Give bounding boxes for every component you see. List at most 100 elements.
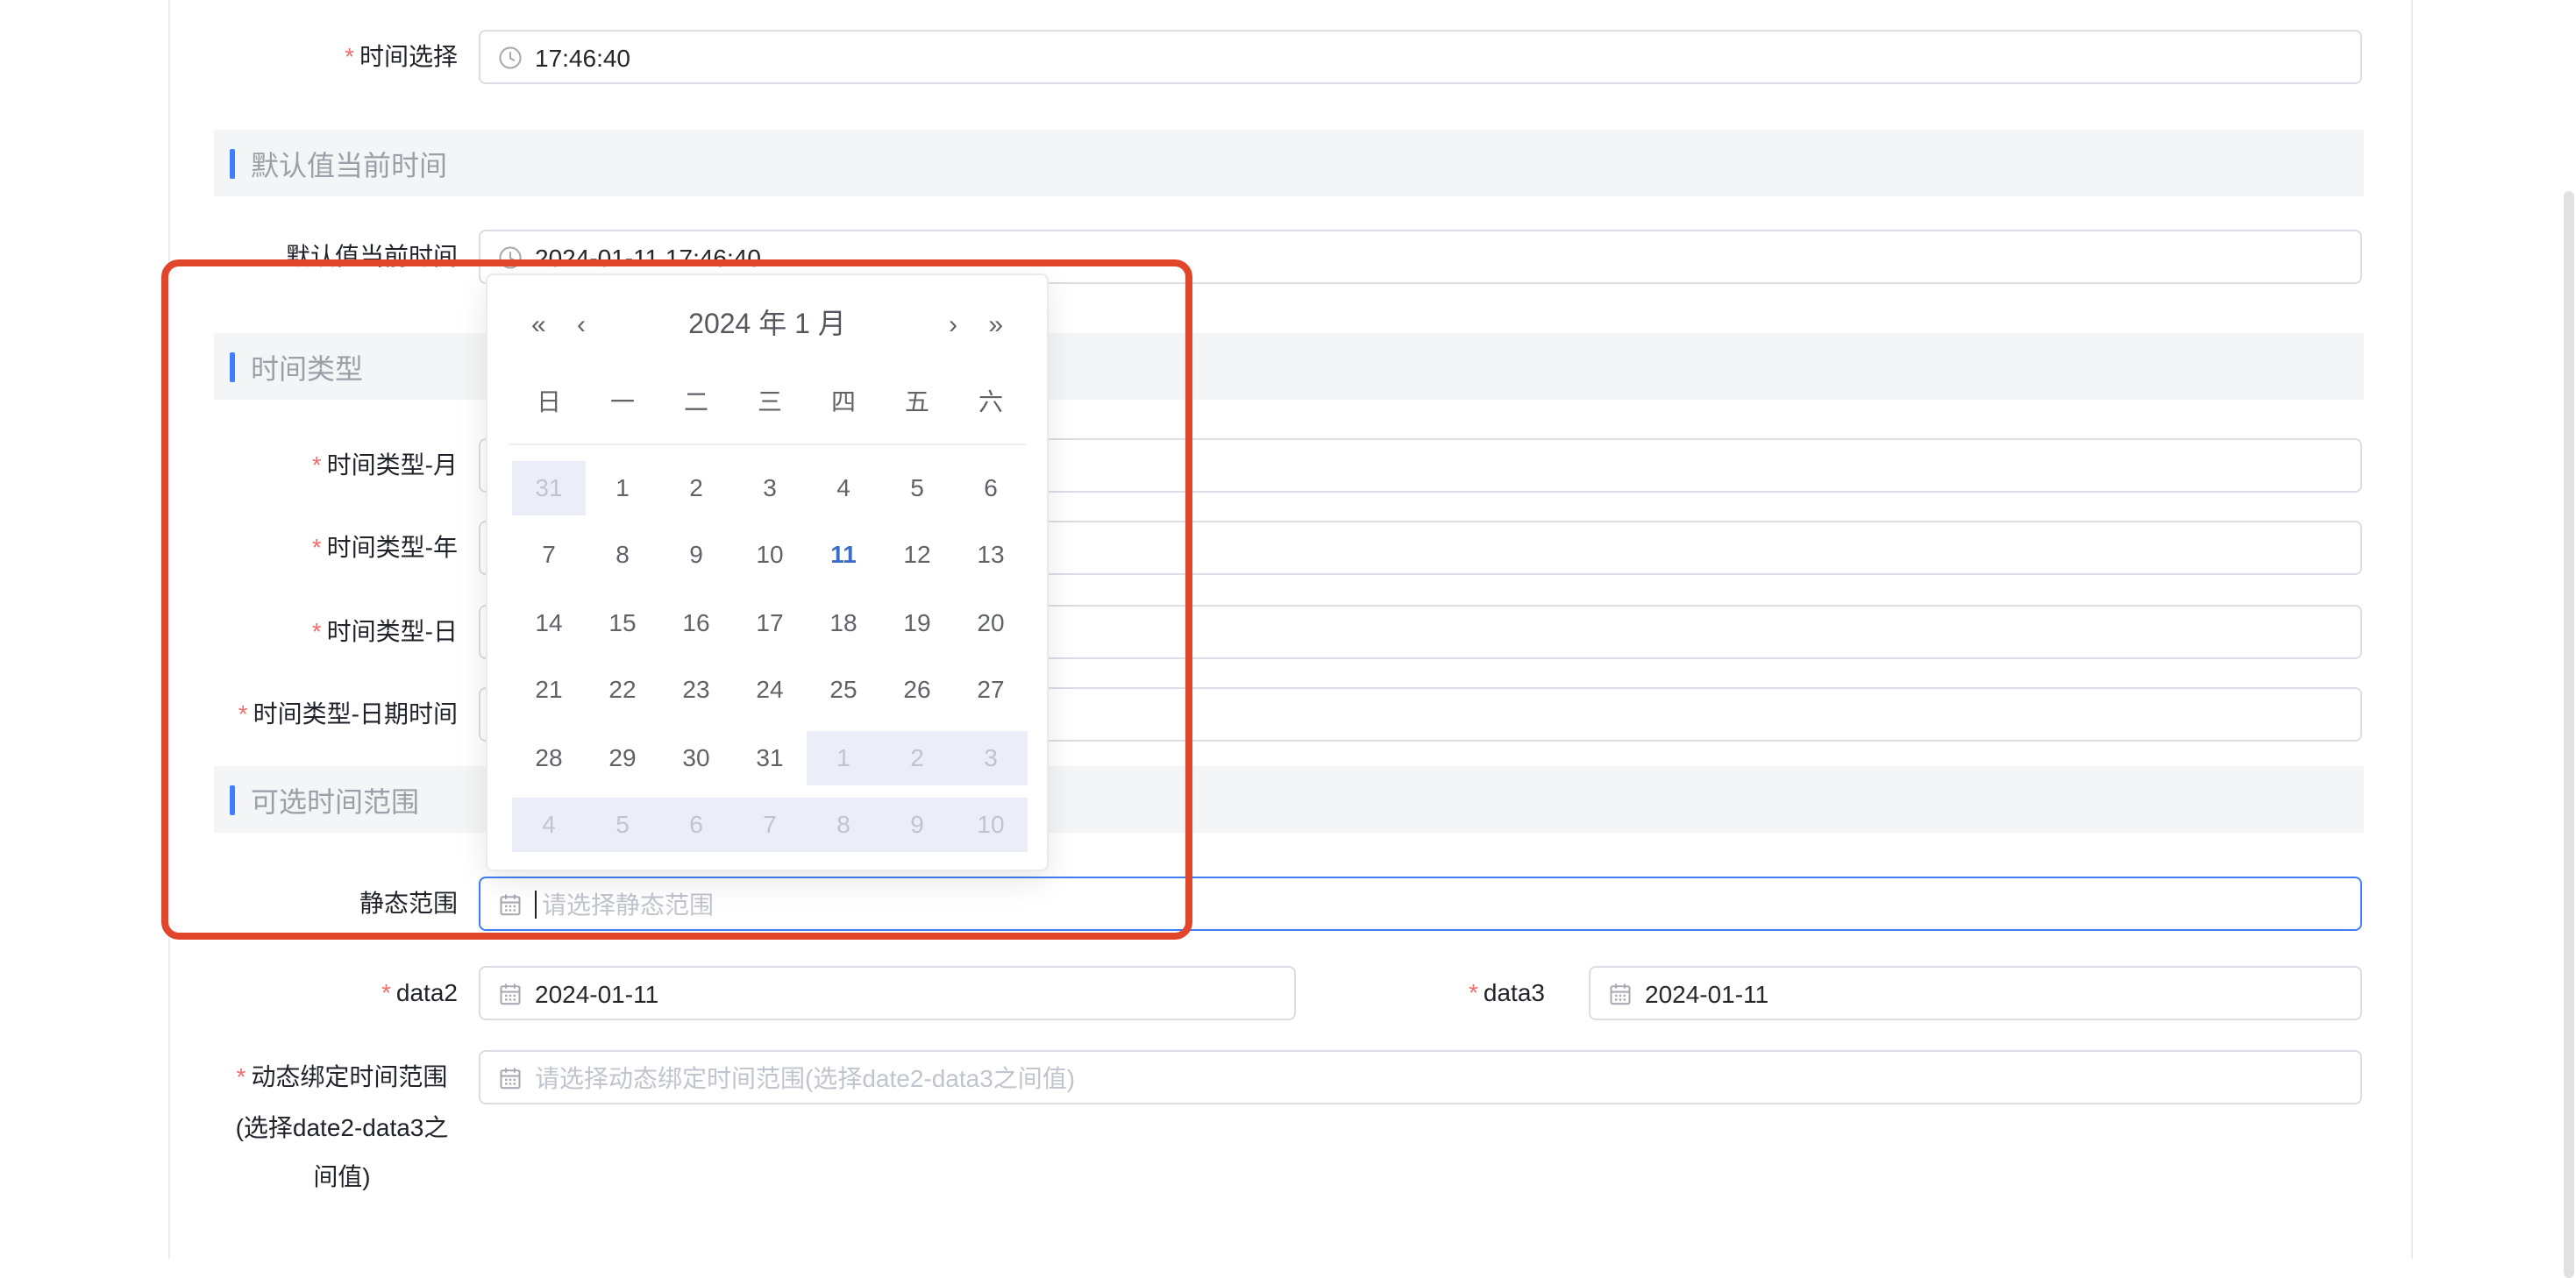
section-default-time: 默认值当前时间 — [214, 130, 2364, 196]
calendar-day[interactable]: 7 — [733, 799, 807, 853]
next-month-button[interactable]: › — [942, 296, 964, 356]
calendar-day[interactable]: 9 — [659, 529, 733, 583]
calendar-day[interactable]: 29 — [586, 731, 659, 785]
content-right-border — [2411, 0, 2413, 1259]
section-accent-bar — [230, 785, 235, 814]
dynamic-range-label: *动态绑定时间范围 (选择date2-data3之 间值) — [224, 1052, 459, 1202]
calendar-day[interactable]: 4 — [807, 461, 880, 515]
type-datetime-label: *时间类型-日期时间 — [105, 687, 458, 742]
calendar-icon — [1608, 981, 1633, 1005]
calendar-weekday: 六 — [954, 377, 1028, 426]
calendar-day[interactable]: 6 — [659, 799, 733, 853]
next-year-button[interactable]: » — [981, 296, 1010, 356]
calendar-day[interactable]: 13 — [954, 529, 1028, 583]
calendar-day[interactable]: 3 — [954, 731, 1028, 785]
calendar-day[interactable]: 8 — [586, 529, 659, 583]
date-picker-popup: « ‹ 2024 年 1 月 › » 日一二三四五六 3112345678910… — [486, 273, 1049, 871]
calendar-day[interactable]: 6 — [954, 461, 1028, 515]
calendar-weekday: 二 — [659, 377, 733, 426]
calendar-day[interactable]: 20 — [954, 596, 1028, 650]
calendar-day[interactable]: 1 — [807, 731, 880, 785]
calendar-day[interactable]: 14 — [512, 596, 586, 650]
data2-value: 2024-01-11 — [535, 979, 658, 1007]
calendar-week-row: 31123456 — [512, 454, 1028, 522]
calendar-day[interactable]: 19 — [880, 596, 954, 650]
calendar-header: « ‹ 2024 年 1 月 › » — [487, 296, 1047, 356]
required-mark: * — [381, 978, 391, 1006]
vertical-scrollbar[interactable] — [2564, 191, 2574, 1259]
calendar-day[interactable]: 10 — [733, 529, 807, 583]
calendar-week-row: 78910111213 — [512, 522, 1028, 589]
calendar-day[interactable]: 30 — [659, 731, 733, 785]
calendar-day[interactable]: 5 — [880, 461, 954, 515]
calendar-day[interactable]: 11 — [807, 529, 880, 583]
calendar-weeks: 3112345678910111213141516171819202122232… — [512, 454, 1028, 859]
calendar-divider — [509, 444, 1026, 445]
calendar-day[interactable]: 17 — [733, 596, 807, 650]
calendar-day[interactable]: 18 — [807, 596, 880, 650]
calendar-day[interactable]: 3 — [733, 461, 807, 515]
section-title: 默认值当前时间 — [251, 142, 447, 184]
required-mark: * — [238, 699, 248, 728]
calendar-day[interactable]: 7 — [512, 529, 586, 583]
default-time-value: 2024-01-11 17:46:40 — [535, 243, 761, 271]
calendar-day[interactable]: 16 — [659, 596, 733, 650]
dynamic-range-placeholder: 请选择动态绑定时间范围(选择date2-data3之间值) — [535, 1060, 1075, 1095]
calendar-icon — [498, 981, 523, 1005]
time-select-input[interactable]: 17:46:40 — [479, 30, 2362, 84]
required-mark: * — [312, 533, 322, 561]
calendar-week-row: 28293031123 — [512, 724, 1028, 792]
calendar-weekday: 五 — [880, 377, 954, 426]
calendar-day[interactable]: 22 — [586, 664, 659, 718]
data3-value: 2024-01-11 — [1645, 979, 1768, 1007]
default-time-label: 默认值当前时间 — [105, 230, 458, 284]
calendar-day[interactable]: 25 — [807, 664, 880, 718]
calendar-weekday-row: 日一二三四五六 — [512, 377, 1028, 426]
data3-input[interactable]: 2024-01-11 — [1589, 966, 2362, 1020]
type-month-label: *时间类型-月 — [105, 438, 458, 493]
calendar-day[interactable]: 15 — [586, 596, 659, 650]
calendar-day[interactable]: 2 — [659, 461, 733, 515]
dynamic-range-input[interactable]: 请选择动态绑定时间范围(选择date2-data3之间值) — [479, 1050, 2362, 1104]
section-accent-bar — [230, 351, 235, 381]
calendar-day[interactable]: 2 — [880, 731, 954, 785]
required-mark: * — [312, 451, 322, 479]
calendar-day[interactable]: 5 — [586, 799, 659, 853]
clock-icon — [498, 45, 523, 69]
static-range-input[interactable]: 请选择静态范围 — [479, 877, 2362, 931]
type-day-label: *时间类型-日 — [105, 605, 458, 659]
calendar-icon — [498, 891, 523, 916]
calendar-week-row: 21222324252627 — [512, 657, 1028, 724]
calendar-week-row: 45678910 — [512, 792, 1028, 859]
calendar-day[interactable]: 26 — [880, 664, 954, 718]
section-title: 时间类型 — [251, 345, 363, 387]
calendar-week-row: 14151617181920 — [512, 589, 1028, 657]
data3-label: *data3 — [1229, 966, 1545, 1020]
calendar-day[interactable]: 10 — [954, 799, 1028, 853]
clock-icon — [498, 245, 523, 269]
section-title: 可选时间范围 — [251, 778, 419, 820]
form-page: *时间选择 17:46:40 默认值当前时间 默认值当前时间 2024-01-1… — [0, 0, 2576, 1259]
scrollbar-thumb[interactable] — [2564, 191, 2574, 1278]
calendar-day[interactable]: 31 — [733, 731, 807, 785]
calendar-day[interactable]: 23 — [659, 664, 733, 718]
calendar-day[interactable]: 12 — [880, 529, 954, 583]
required-mark: * — [345, 42, 354, 70]
type-year-label: *时间类型-年 — [105, 521, 458, 575]
calendar-day[interactable]: 21 — [512, 664, 586, 718]
calendar-day[interactable]: 9 — [880, 799, 954, 853]
calendar-weekday: 日 — [512, 377, 586, 426]
data2-input[interactable]: 2024-01-11 — [479, 966, 1296, 1020]
calendar-day[interactable]: 4 — [512, 799, 586, 853]
static-range-label: 静态范围 — [105, 877, 458, 931]
required-mark: * — [312, 617, 322, 645]
calendar-day[interactable]: 27 — [954, 664, 1028, 718]
calendar-day[interactable]: 24 — [733, 664, 807, 718]
calendar-weekday: 三 — [733, 377, 807, 426]
section-accent-bar — [230, 148, 235, 178]
calendar-day[interactable]: 31 — [512, 461, 586, 515]
calendar-weekday: 四 — [807, 377, 880, 426]
calendar-day[interactable]: 8 — [807, 799, 880, 853]
calendar-day[interactable]: 28 — [512, 731, 586, 785]
calendar-day[interactable]: 1 — [586, 461, 659, 515]
